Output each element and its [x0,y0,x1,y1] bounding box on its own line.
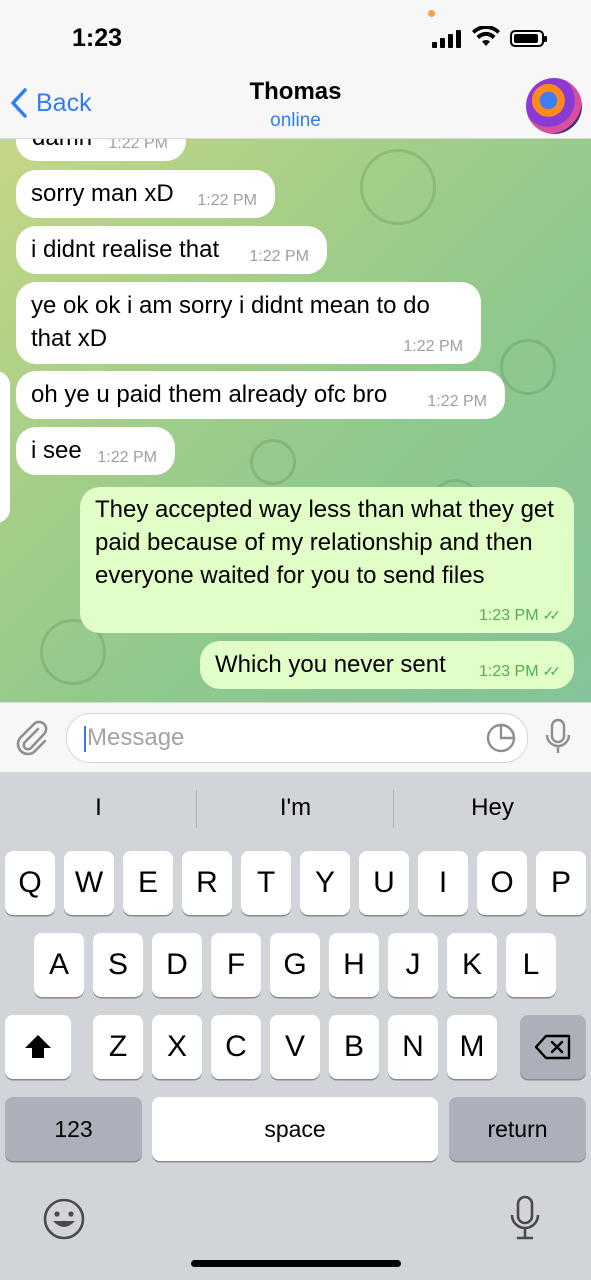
message-bubble[interactable]: They accepted way less than what they ge… [80,487,574,633]
privacy-indicator-dot [428,10,435,17]
key-k[interactable]: K [447,933,497,997]
message-text: Which you never sent [215,651,446,678]
message-time: 1:22 PM [403,338,463,355]
message-time: 1:23 PM [478,607,539,624]
key-t[interactable]: T [241,851,291,915]
key-x[interactable]: X [152,1015,202,1079]
composer-bar: Message [0,702,591,773]
voice-message-mic-icon[interactable] [542,717,574,757]
key-y[interactable]: Y [300,851,350,915]
chat-header[interactable]: Thomas online [0,78,591,132]
key-z[interactable]: Z [93,1015,143,1079]
suggestion-bar: I I'm Hey [0,772,591,848]
key-m[interactable]: M [447,1015,497,1079]
return-key[interactable]: return [449,1097,586,1161]
sticker-icon[interactable] [485,722,517,754]
backspace-key[interactable] [520,1015,586,1079]
message-bubble[interactable]: ye ok ok i am sorry i didnt mean to do t… [16,282,481,364]
key-g[interactable]: G [270,933,320,997]
message-time-row: 1:23 PM ✓✓ [478,607,562,625]
space-key[interactable]: space [152,1097,438,1161]
key-j[interactable]: J [388,933,438,997]
home-indicator[interactable] [191,1260,401,1267]
contact-status: online [270,110,321,131]
key-v[interactable]: V [270,1015,320,1079]
key-l[interactable]: L [506,933,556,997]
backspace-icon [534,1034,571,1060]
key-i[interactable]: I [418,851,468,915]
dictation-mic-icon[interactable] [508,1194,542,1242]
key-n[interactable]: N [388,1015,438,1079]
message-bubble[interactable]: Which you never sent 1:23 PM ✓✓ [200,641,574,689]
message-text: i didnt realise that [31,236,220,263]
key-e[interactable]: E [123,851,173,915]
key-u[interactable]: U [359,851,409,915]
read-checkmarks-icon: ✓✓ [542,663,562,679]
partial-message-bubble [0,371,10,523]
key-d[interactable]: D [152,933,202,997]
message-time: 1:22 PM [108,139,168,152]
key-f[interactable]: F [211,933,261,997]
key-a[interactable]: A [34,933,84,997]
top-bar: 1:23 Back Thomas online [0,0,591,139]
avatar[interactable] [526,78,582,134]
suggestion-2[interactable]: I'm [197,794,394,822]
message-time: 1:22 PM [249,248,309,265]
key-w[interactable]: W [64,851,114,915]
shift-key[interactable] [5,1015,71,1079]
message-bubble[interactable]: damn 1:22 PM [16,139,186,161]
message-bubble[interactable]: oh ye u paid them already ofc bro 1:22 P… [16,371,505,419]
message-input[interactable]: Message [66,713,528,763]
contact-name: Thomas [249,78,342,105]
read-checkmarks-icon: ✓✓ [542,607,562,623]
message-bubble[interactable]: i didnt realise that 1:22 PM [16,226,327,274]
keyboard: I I'm Hey Q W E R T Y U I O P A S D F G … [0,772,591,1280]
key-q[interactable]: Q [5,851,55,915]
message-text: They accepted way less than what they ge… [95,496,554,589]
message-text: sorry man xD [31,180,174,207]
cellular-signal-icon [432,30,462,48]
battery-icon [510,30,547,47]
message-text: i see [31,437,82,464]
suggestion-1[interactable]: I [0,794,197,822]
key-c[interactable]: C [211,1015,261,1079]
status-time: 1:23 [72,24,123,52]
key-s[interactable]: S [93,933,143,997]
suggestion-3[interactable]: Hey [394,794,591,822]
key-b[interactable]: B [329,1015,379,1079]
wifi-icon [472,26,500,46]
paperclip-icon[interactable] [14,719,50,757]
message-text: oh ye u paid them already ofc bro [31,381,388,408]
key-r[interactable]: R [182,851,232,915]
key-p[interactable]: P [536,851,586,915]
message-time-row: 1:23 PM ✓✓ [478,663,562,681]
numbers-key[interactable]: 123 [5,1097,142,1161]
message-time: 1:22 PM [197,192,257,209]
message-time: 1:22 PM [427,393,487,410]
message-bubble[interactable]: sorry man xD 1:22 PM [16,170,275,218]
emoji-icon[interactable] [42,1197,86,1241]
key-h[interactable]: H [329,933,379,997]
shift-arrow-icon [25,1035,51,1058]
message-time: 1:22 PM [97,449,157,466]
message-time: 1:23 PM [478,663,539,680]
message-input-placeholder: Message [87,724,185,751]
chat-area[interactable]: damn 1:22 PM sorry man xD 1:22 PM i didn… [0,139,591,702]
message-bubble[interactable]: i see 1:22 PM [16,427,175,475]
key-o[interactable]: O [477,851,527,915]
message-text: damn [32,139,92,154]
text-cursor [84,726,86,752]
